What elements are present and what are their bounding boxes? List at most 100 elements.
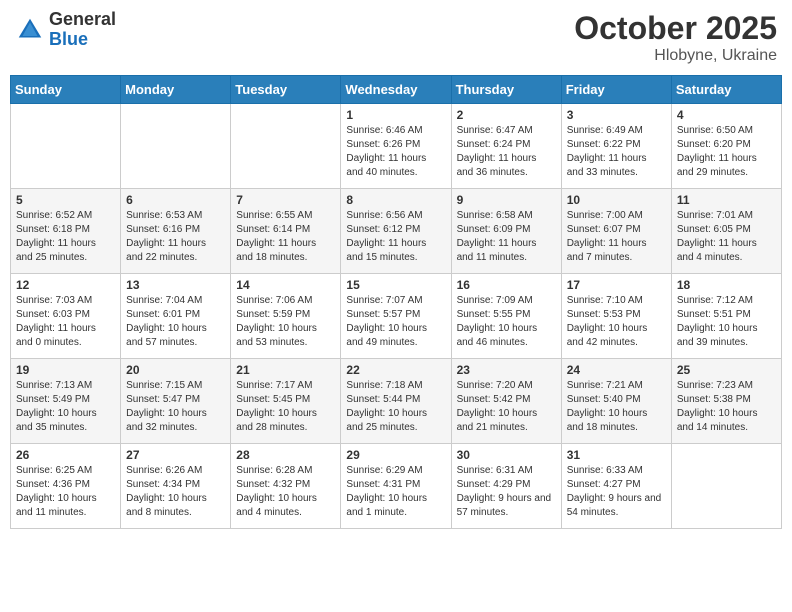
weekday-header-thursday: Thursday: [451, 76, 561, 104]
day-number: 23: [457, 363, 556, 377]
day-info: Sunrise: 7:01 AMSunset: 6:05 PMDaylight:…: [677, 209, 776, 265]
calendar-cell: 18 Sunrise: 7:12 AMSunset: 5:51 PMDayligh…: [671, 274, 781, 359]
day-number: 16: [457, 278, 556, 292]
month-title: October 2025: [574, 10, 777, 47]
calendar-cell: 20 Sunrise: 7:15 AMSunset: 5:47 PMDayligh…: [121, 359, 231, 444]
calendar-cell: 2Sunrise: 6:47 AMSunset: 6:24 PMDaylight…: [451, 104, 561, 189]
day-info: Sunrise: 7:18 AMSunset: 5:44 PMDaylight:…: [346, 379, 445, 435]
calendar-cell: 9 Sunrise: 6:58 AMSunset: 6:09 PMDaylight…: [451, 189, 561, 274]
title-block: October 2025 Hlobyne, Ukraine: [574, 10, 777, 65]
day-info: Sunrise: 6:46 AMSunset: 6:26 PMDaylight:…: [346, 124, 445, 180]
day-number: 4: [677, 108, 776, 122]
calendar-cell: 28 Sunrise: 6:28 AMSunset: 4:32 PMDayligh…: [231, 444, 341, 529]
day-number: 11: [677, 193, 776, 207]
calendar-cell: 22 Sunrise: 7:18 AMSunset: 5:44 PMDayligh…: [341, 359, 451, 444]
calendar-cell: 10Sunrise: 7:00 AMSunset: 6:07 PMDayligh…: [561, 189, 671, 274]
calendar-cell: 21 Sunrise: 7:17 AMSunset: 5:45 PMDayligh…: [231, 359, 341, 444]
weekday-header-sunday: Sunday: [11, 76, 121, 104]
calendar-cell: 1 Sunrise: 6:46 AMSunset: 6:26 PMDaylight…: [341, 104, 451, 189]
day-info: Sunrise: 7:23 AMSunset: 5:38 PMDaylight:…: [677, 379, 776, 435]
calendar-cell: 5 Sunrise: 6:52 AMSunset: 6:18 PMDaylight…: [11, 189, 121, 274]
day-number: 20: [126, 363, 225, 377]
location: Hlobyne, Ukraine: [574, 47, 777, 65]
day-info: Sunrise: 7:20 AMSunset: 5:42 PMDaylight:…: [457, 379, 556, 435]
day-info: Sunrise: 6:55 AMSunset: 6:14 PMDaylight:…: [236, 209, 335, 265]
day-number: 14: [236, 278, 335, 292]
calendar-cell: 31 Sunrise: 6:33 AMSunset: 4:27 PMDayligh…: [561, 444, 671, 529]
weekday-header-monday: Monday: [121, 76, 231, 104]
calendar-cell: 15 Sunrise: 7:07 AMSunset: 5:57 PMDayligh…: [341, 274, 451, 359]
day-number: 28: [236, 448, 335, 462]
day-info: Sunrise: 6:25 AMSunset: 4:36 PMDaylight:…: [16, 464, 115, 520]
calendar-cell: 17 Sunrise: 7:10 AMSunset: 5:53 PMDayligh…: [561, 274, 671, 359]
day-info: Sunrise: 7:21 AMSunset: 5:40 PMDaylight:…: [567, 379, 666, 435]
day-number: 7: [236, 193, 335, 207]
calendar-table: SundayMondayTuesdayWednesdayThursdayFrid…: [10, 75, 782, 529]
day-number: 2: [457, 108, 556, 122]
day-info: Sunrise: 6:49 AMSunset: 6:22 PMDaylight:…: [567, 124, 666, 180]
day-number: 22: [346, 363, 445, 377]
day-info: Sunrise: 6:53 AMSunset: 6:16 PMDaylight:…: [126, 209, 225, 265]
day-info: Sunrise: 7:12 AMSunset: 5:51 PMDaylight:…: [677, 294, 776, 350]
day-number: 29: [346, 448, 445, 462]
day-number: 19: [16, 363, 115, 377]
day-number: 12: [16, 278, 115, 292]
day-info: Sunrise: 6:26 AMSunset: 4:34 PMDaylight:…: [126, 464, 225, 520]
calendar-cell: 6 Sunrise: 6:53 AMSunset: 6:16 PMDaylight…: [121, 189, 231, 274]
day-number: 31: [567, 448, 666, 462]
weekday-header-row: SundayMondayTuesdayWednesdayThursdayFrid…: [11, 76, 782, 104]
day-number: 3: [567, 108, 666, 122]
day-info: Sunrise: 7:03 AMSunset: 6:03 PMDaylight:…: [16, 294, 115, 350]
day-info: Sunrise: 7:09 AMSunset: 5:55 PMDaylight:…: [457, 294, 556, 350]
day-number: 24: [567, 363, 666, 377]
logo-blue-text: Blue: [49, 30, 116, 50]
calendar-cell: 14 Sunrise: 7:06 AMSunset: 5:59 PMDayligh…: [231, 274, 341, 359]
calendar-week-3: 12 Sunrise: 7:03 AMSunset: 6:03 PMDayligh…: [11, 274, 782, 359]
calendar-cell: 8 Sunrise: 6:56 AMSunset: 6:12 PMDaylight…: [341, 189, 451, 274]
day-info: Sunrise: 7:06 AMSunset: 5:59 PMDaylight:…: [236, 294, 335, 350]
day-info: Sunrise: 6:58 AMSunset: 6:09 PMDaylight:…: [457, 209, 556, 265]
day-number: 21: [236, 363, 335, 377]
calendar-cell: 27Sunrise: 6:26 AMSunset: 4:34 PMDayligh…: [121, 444, 231, 529]
day-info: Sunrise: 6:28 AMSunset: 4:32 PMDaylight:…: [236, 464, 335, 520]
day-info: Sunrise: 7:00 AMSunset: 6:07 PMDaylight:…: [567, 209, 666, 265]
calendar-cell: [671, 444, 781, 529]
calendar-cell: 13 Sunrise: 7:04 AMSunset: 6:01 PMDayligh…: [121, 274, 231, 359]
day-number: 30: [457, 448, 556, 462]
day-number: 8: [346, 193, 445, 207]
calendar-cell: 16 Sunrise: 7:09 AMSunset: 5:55 PMDayligh…: [451, 274, 561, 359]
day-number: 1: [346, 108, 445, 122]
day-info: Sunrise: 6:52 AMSunset: 6:18 PMDaylight:…: [16, 209, 115, 265]
day-number: 26: [16, 448, 115, 462]
calendar-cell: [231, 104, 341, 189]
day-number: 9: [457, 193, 556, 207]
day-number: 13: [126, 278, 225, 292]
calendar-week-2: 5 Sunrise: 6:52 AMSunset: 6:18 PMDaylight…: [11, 189, 782, 274]
day-number: 17: [567, 278, 666, 292]
day-number: 5: [16, 193, 115, 207]
calendar-cell: 12 Sunrise: 7:03 AMSunset: 6:03 PMDayligh…: [11, 274, 121, 359]
day-info: Sunrise: 7:10 AMSunset: 5:53 PMDaylight:…: [567, 294, 666, 350]
day-number: 6: [126, 193, 225, 207]
day-number: 15: [346, 278, 445, 292]
calendar-cell: 7 Sunrise: 6:55 AMSunset: 6:14 PMDaylight…: [231, 189, 341, 274]
day-info: Sunrise: 6:33 AMSunset: 4:27 PMDaylight:…: [567, 464, 666, 520]
calendar-cell: 26 Sunrise: 6:25 AMSunset: 4:36 PMDayligh…: [11, 444, 121, 529]
day-number: 18: [677, 278, 776, 292]
calendar-cell: 23 Sunrise: 7:20 AMSunset: 5:42 PMDayligh…: [451, 359, 561, 444]
day-info: Sunrise: 6:56 AMSunset: 6:12 PMDaylight:…: [346, 209, 445, 265]
calendar-cell: 30Sunrise: 6:31 AMSunset: 4:29 PMDayligh…: [451, 444, 561, 529]
day-info: Sunrise: 7:07 AMSunset: 5:57 PMDaylight:…: [346, 294, 445, 350]
calendar-cell: 29Sunrise: 6:29 AMSunset: 4:31 PMDayligh…: [341, 444, 451, 529]
logo-icon: [15, 15, 45, 45]
day-info: Sunrise: 7:15 AMSunset: 5:47 PMDaylight:…: [126, 379, 225, 435]
day-info: Sunrise: 7:13 AMSunset: 5:49 PMDaylight:…: [16, 379, 115, 435]
weekday-header-wednesday: Wednesday: [341, 76, 451, 104]
weekday-header-friday: Friday: [561, 76, 671, 104]
weekday-header-saturday: Saturday: [671, 76, 781, 104]
calendar-week-4: 19 Sunrise: 7:13 AMSunset: 5:49 PMDayligh…: [11, 359, 782, 444]
calendar-cell: 11 Sunrise: 7:01 AMSunset: 6:05 PMDayligh…: [671, 189, 781, 274]
calendar-cell: 19 Sunrise: 7:13 AMSunset: 5:49 PMDayligh…: [11, 359, 121, 444]
day-info: Sunrise: 7:04 AMSunset: 6:01 PMDaylight:…: [126, 294, 225, 350]
day-info: Sunrise: 7:17 AMSunset: 5:45 PMDaylight:…: [236, 379, 335, 435]
